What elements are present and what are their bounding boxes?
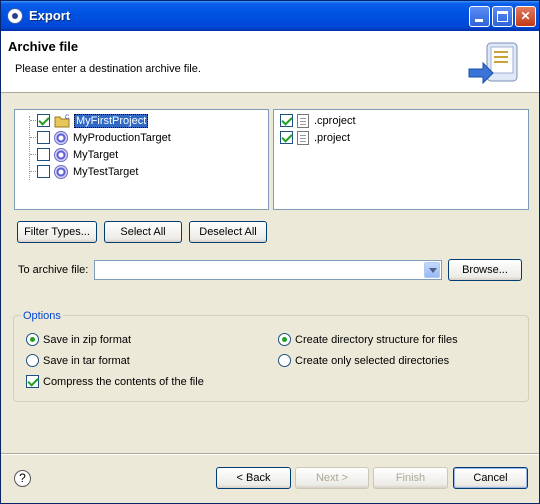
title-bar[interactable]: Export ✕ [1, 1, 539, 31]
radio-indicator[interactable] [278, 333, 291, 346]
archive-file-combo[interactable] [94, 260, 442, 280]
maximize-button[interactable] [492, 6, 513, 27]
finish-button[interactable]: Finish [373, 467, 448, 489]
radio-indicator[interactable] [278, 354, 291, 367]
select-all-button[interactable]: Select All [104, 221, 182, 243]
close-icon: ✕ [520, 9, 531, 23]
deselect-all-button[interactable]: Deselect All [189, 221, 267, 243]
tree-item-target[interactable]: MyProductionTarget [15, 129, 172, 146]
project-tree[interactable]: C MyFirstProject MyProductionTarget MyTa… [14, 109, 269, 210]
selected-dirs-label: Create only selected directories [295, 354, 450, 367]
tree-item-label: MyFirstProject [74, 113, 149, 128]
minimize-button[interactable] [469, 6, 490, 27]
filter-types-button[interactable]: Filter Types... [17, 221, 97, 243]
file-label: .project [314, 131, 351, 144]
tree-item-target[interactable]: MyTarget [15, 146, 119, 163]
chevron-down-icon[interactable] [424, 262, 440, 278]
page-description: Please enter a destination archive file. [15, 63, 201, 75]
file-list-item[interactable]: .project [280, 129, 351, 146]
next-button[interactable]: Next > [295, 467, 369, 489]
file-list-item[interactable]: .cproject [280, 112, 357, 129]
file-label: .cproject [314, 114, 356, 127]
help-icon[interactable]: ? [14, 470, 31, 487]
browse-button[interactable]: Browse... [448, 259, 522, 281]
target-checkbox[interactable] [37, 165, 50, 178]
tree-item-label: MyProductionTarget [73, 131, 171, 144]
minimize-icon [475, 19, 483, 22]
zip-format-label: Save in zip format [43, 333, 132, 346]
selected-dirs-radio[interactable]: Create only selected directories [278, 354, 449, 367]
target-checkbox[interactable] [37, 148, 50, 161]
compress-checkbox-row[interactable]: Compress the contents of the file [26, 375, 204, 388]
dir-structure-radio[interactable]: Create directory structure for files [278, 333, 458, 346]
tar-format-label: Save in tar format [43, 354, 130, 367]
project-checkbox[interactable] [37, 114, 50, 127]
svg-text:C: C [65, 115, 70, 121]
target-icon [54, 147, 68, 162]
tree-item-target[interactable]: MyTestTarget [15, 163, 139, 180]
export-dialog: Export ✕ Archive file Please enter a des… [0, 0, 540, 504]
target-icon [54, 164, 68, 179]
footer-separator [1, 453, 539, 455]
file-checkbox[interactable] [280, 114, 293, 127]
back-button[interactable]: < Back [216, 467, 291, 489]
page-title: Archive file [8, 39, 79, 54]
file-icon [297, 130, 309, 145]
project-folder-icon: C [54, 115, 70, 127]
maximize-icon [497, 11, 508, 22]
file-checkbox[interactable] [280, 131, 293, 144]
options-legend: Options [21, 310, 63, 322]
window-title: Export [29, 8, 71, 23]
tree-item-label: MyTestTarget [73, 165, 139, 178]
file-icon [297, 113, 309, 128]
close-button[interactable]: ✕ [515, 6, 536, 27]
cancel-button[interactable]: Cancel [453, 467, 528, 489]
archive-file-label: To archive file: [18, 264, 89, 276]
eclipse-icon [7, 8, 23, 24]
tree-item-project[interactable]: C MyFirstProject [15, 112, 149, 129]
wizard-banner: Archive file Please enter a destination … [1, 31, 539, 93]
tree-item-label: MyTarget [73, 148, 119, 161]
radio-indicator[interactable] [26, 333, 39, 346]
target-checkbox[interactable] [37, 131, 50, 144]
file-list[interactable]: .cproject .project [273, 109, 529, 210]
tar-format-radio[interactable]: Save in tar format [26, 354, 130, 367]
compress-checkbox[interactable] [26, 375, 39, 388]
target-icon [54, 130, 68, 145]
radio-indicator[interactable] [26, 354, 39, 367]
zip-format-radio[interactable]: Save in zip format [26, 333, 131, 346]
export-wizard-icon [468, 42, 518, 85]
dir-structure-label: Create directory structure for files [295, 333, 458, 346]
compress-label: Compress the contents of the file [43, 375, 204, 388]
